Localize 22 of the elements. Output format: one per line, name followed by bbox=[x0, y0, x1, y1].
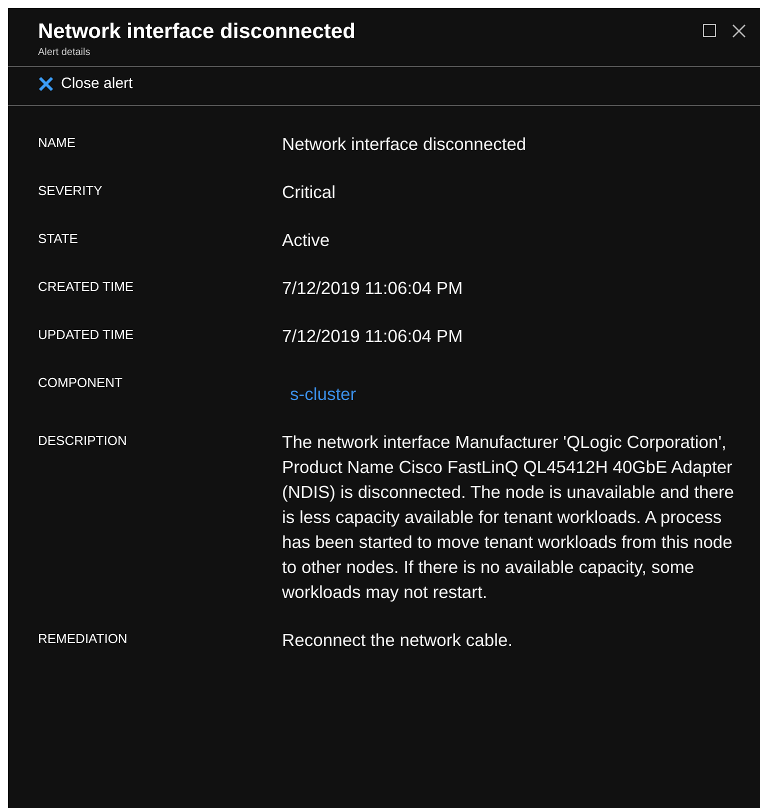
field-value: Network interface disconnected bbox=[282, 132, 528, 156]
field-label: REMEDIATION bbox=[38, 630, 128, 646]
field-label: CREATED TIME bbox=[38, 278, 135, 294]
close-icon bbox=[38, 76, 54, 92]
field-value: 7/12/2019 11:06:04 PM bbox=[282, 276, 464, 300]
component-link[interactable]: s-cluster bbox=[290, 382, 356, 406]
close-icon[interactable] bbox=[732, 24, 746, 38]
field-label: COMPONENT bbox=[38, 374, 124, 390]
close-alert-button[interactable]: Close alert bbox=[38, 75, 133, 92]
maximize-icon[interactable] bbox=[703, 24, 716, 37]
panel-subtitle: Alert details bbox=[38, 47, 92, 58]
field-label: STATE bbox=[38, 230, 79, 246]
field-label: NAME bbox=[38, 134, 77, 150]
field-value: The network interface Manufacturer 'QLogic Corporation', Product Name Cisco FastLinQ QL45412H 40GbE Adapter (NDIS) is disconnected. The node is unavailable and there is less capacity available for tenant workloads. A process has been started to move tenant workloads from this node to other nodes. If there is no available capacity, some workloads may not restart. bbox=[282, 430, 736, 604]
field-value: Critical bbox=[282, 180, 336, 204]
field-value: Reconnect the network cable. bbox=[282, 628, 514, 652]
field-label: UPDATED TIME bbox=[38, 326, 135, 342]
panel-title: Network interface disconnected bbox=[38, 20, 356, 44]
field-label: SEVERITY bbox=[38, 182, 104, 198]
field-label: DESCRIPTION bbox=[38, 432, 128, 448]
field-value: Active bbox=[282, 228, 331, 252]
field-value: 7/12/2019 11:06:04 PM bbox=[282, 324, 464, 348]
